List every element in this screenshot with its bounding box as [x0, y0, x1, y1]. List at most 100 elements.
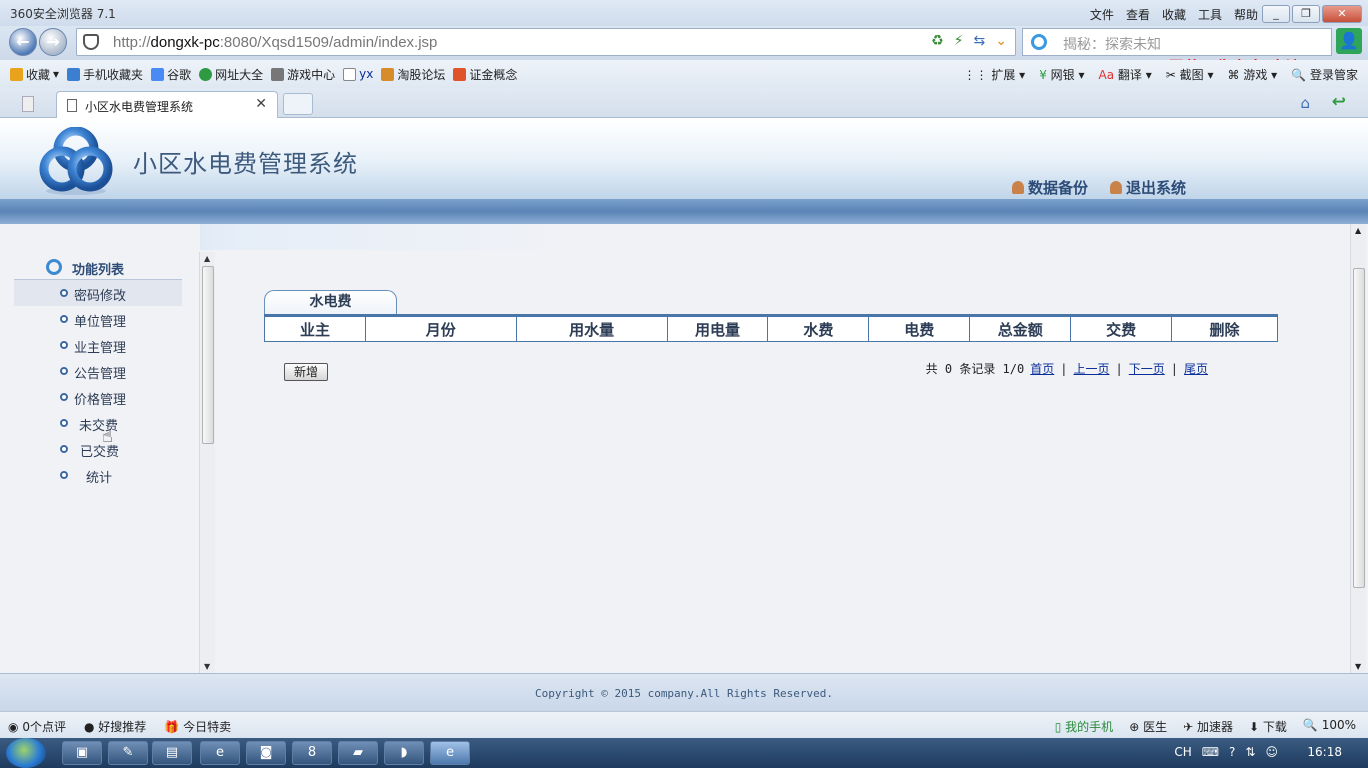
scroll-up-icon[interactable]: ▲ — [1355, 226, 1361, 235]
main-scrollbar[interactable]: ▲ ▼ — [1350, 224, 1366, 673]
sidebar-item-owners[interactable]: 业主管理 — [14, 332, 182, 358]
compat-icon[interactable]: ⇆ — [974, 33, 986, 49]
column-month: 月份 — [364, 315, 517, 342]
sidebar-item-prices[interactable]: 价格管理 — [14, 384, 182, 410]
data-backup-link[interactable]: 数据备份 — [1011, 177, 1088, 198]
minimize-button[interactable]: _ — [1262, 5, 1290, 23]
translate-button[interactable]: Aa 翻译 ▾ — [1099, 66, 1152, 83]
column-power-usage: 用电量 — [666, 315, 769, 342]
bookmark-favorites[interactable]: 收藏 ▾ — [10, 66, 59, 83]
tab-fees[interactable]: 水电费 — [264, 290, 397, 315]
sidebar-toggle-icon[interactable] — [22, 96, 34, 112]
scroll-down-icon[interactable]: ▼ — [204, 662, 210, 671]
menu-item-help[interactable]: 帮助 — [1234, 6, 1258, 23]
bookmark-game-center[interactable]: 游戏中心 — [271, 66, 335, 83]
logo-icon — [39, 127, 113, 195]
login-manager-button[interactable]: 🔍 登录管家 — [1291, 66, 1358, 83]
bookmark-web-directory[interactable]: 网址大全 — [199, 66, 263, 83]
user-account-icon[interactable]: 👤 — [1336, 28, 1362, 54]
games-button[interactable]: ⌘ 游戏 ▾ — [1228, 66, 1278, 83]
help-icon[interactable]: ? — [1229, 745, 1235, 759]
prev-page-link[interactable]: 上一页 — [1073, 360, 1109, 377]
scroll-up-icon[interactable]: ▲ — [204, 254, 210, 263]
back-button[interactable]: ← — [9, 28, 37, 56]
taskbar-explorer-icon[interactable]: ▣ — [62, 741, 102, 765]
taskbar-folder-icon[interactable]: ▤ — [152, 741, 192, 765]
sidebar-item-paid[interactable]: 已交费 — [14, 436, 182, 462]
url-input[interactable]: http://dongxk-pc:8080/Xqsd1509/admin/ind… — [76, 28, 1016, 56]
home-icon[interactable]: ⌂ — [1300, 94, 1310, 112]
status-my-phone[interactable]: ▯ 我的手机 — [1055, 718, 1113, 735]
sidebar-heading: 功能列表 — [14, 254, 182, 280]
search-icon — [1031, 34, 1047, 50]
status-recommend[interactable]: ● 好搜推荐 — [84, 718, 146, 735]
tab-active[interactable]: 小区水电费管理系统 ✕ — [56, 91, 278, 118]
taskbar-app5-icon[interactable]: ◗ — [384, 741, 424, 765]
gamepad-icon: ⌘ — [1227, 67, 1240, 82]
sidebar-item-password[interactable]: 密码修改 — [14, 280, 182, 306]
status-deals[interactable]: 🎁 今日特卖 — [164, 718, 231, 735]
keyboard-icon[interactable]: ⌨ — [1202, 745, 1219, 759]
taskbar-app3-icon[interactable]: 8 — [292, 741, 332, 765]
extensions-button[interactable]: ⋮⋮ 扩展 ▾ — [964, 66, 1026, 83]
menu-item-view[interactable]: 查看 — [1126, 6, 1150, 23]
bookmark-google[interactable]: 谷歌 — [151, 66, 191, 83]
network-icon[interactable]: ⇅ — [1245, 745, 1255, 759]
bullet-icon — [60, 367, 68, 375]
language-indicator[interactable]: CH — [1174, 745, 1191, 759]
sidebar-scrollbar[interactable]: ▲ ▼ — [199, 252, 215, 673]
status-doctor[interactable]: ⊕ 医生 — [1129, 718, 1167, 735]
close-tab-icon[interactable]: ✕ — [255, 96, 267, 112]
sidebar-item-units[interactable]: 单位管理 — [14, 306, 182, 332]
translate-icon: Aa — [1098, 67, 1115, 82]
fees-table: 业主 月份 用水量 用电量 水费 电费 总金额 交费 删除 — [264, 314, 1278, 342]
last-page-link[interactable]: 尾页 — [1184, 360, 1208, 377]
maximize-button[interactable]: ❐ — [1292, 5, 1320, 23]
record-summary: 共 0 条记录 1/0 — [925, 362, 1025, 376]
content-area: 功能列表 密码修改 单位管理 业主管理 公告管理 价格管理 未交费 已交费 统计… — [0, 224, 1368, 673]
taskbar-app2-icon[interactable]: ◙ — [246, 741, 286, 765]
menu-item-favorites[interactable]: 收藏 — [1162, 6, 1186, 23]
url-text[interactable]: http://dongxk-pc:8080/Xqsd1509/admin/ind… — [113, 34, 437, 51]
sidebar-item-notices[interactable]: 公告管理 — [14, 358, 182, 384]
scrollbar-thumb[interactable] — [202, 266, 214, 444]
qq-icon[interactable]: ☺ — [1265, 745, 1278, 759]
scroll-down-icon[interactable]: ▼ — [1355, 662, 1361, 671]
lightning-icon[interactable]: ⚡ — [954, 33, 964, 49]
hand-cursor-icon: ☝ — [102, 426, 113, 447]
menu-item-tools[interactable]: 工具 — [1198, 6, 1222, 23]
forward-button[interactable]: → — [39, 28, 67, 56]
scrollbar-thumb[interactable] — [1353, 268, 1365, 588]
sidebar-item-statistics[interactable]: 统计 — [14, 462, 182, 488]
bookmark-mobile[interactable]: 手机收藏夹 — [67, 66, 143, 83]
close-window-button[interactable]: ✕ — [1322, 5, 1362, 23]
bookmark-yx[interactable]: yx — [343, 67, 373, 81]
taskbar-app4-icon[interactable]: ▰ — [338, 741, 378, 765]
tab-title: 小区水电费管理系统 — [85, 100, 194, 114]
taskbar-ie-icon[interactable]: e — [200, 741, 240, 765]
next-page-link[interactable]: 下一页 — [1129, 360, 1165, 377]
page-footer: Copyright © 2015 company.All Rights Rese… — [0, 673, 1368, 711]
bookmark-stock[interactable]: 证金概念 — [453, 66, 517, 83]
taskbar-browser-icon[interactable]: e — [430, 741, 470, 765]
start-button[interactable] — [6, 738, 46, 768]
undo-icon[interactable]: ↩ — [1332, 92, 1346, 112]
bookmark-forum[interactable]: 淘股论坛 — [381, 66, 445, 83]
menu-item-file[interactable]: 文件 — [1090, 6, 1114, 23]
status-accelerator[interactable]: ✈ 加速器 — [1183, 718, 1233, 735]
first-page-link[interactable]: 首页 — [1030, 360, 1054, 377]
taskbar-app-icon[interactable]: ✎ — [108, 741, 148, 765]
address-bar-row: ← → http://dongxk-pc:8080/Xqsd1509/admin… — [0, 26, 1368, 77]
new-tab-button[interactable] — [283, 93, 313, 115]
sidebar-item-unpaid[interactable]: 未交费 — [14, 410, 182, 436]
screenshot-button[interactable]: ✂ 截图 ▾ — [1166, 66, 1214, 83]
status-reviews[interactable]: ◉ 0个点评 — [8, 718, 66, 735]
status-downloads[interactable]: ⬇ 下载 — [1249, 718, 1287, 735]
add-button[interactable]: 新增 — [284, 363, 328, 381]
ebank-button[interactable]: ¥ 网银 ▾ — [1039, 66, 1084, 83]
chevron-down-icon[interactable]: ⌄ — [995, 33, 1007, 49]
status-zoom[interactable]: 🔍 100% — [1303, 718, 1356, 735]
logout-link[interactable]: 退出系统 — [1109, 177, 1186, 198]
refresh-icon[interactable]: ♻ — [931, 33, 944, 49]
search-input[interactable]: 揭秘：探索未知 — [1022, 28, 1332, 56]
